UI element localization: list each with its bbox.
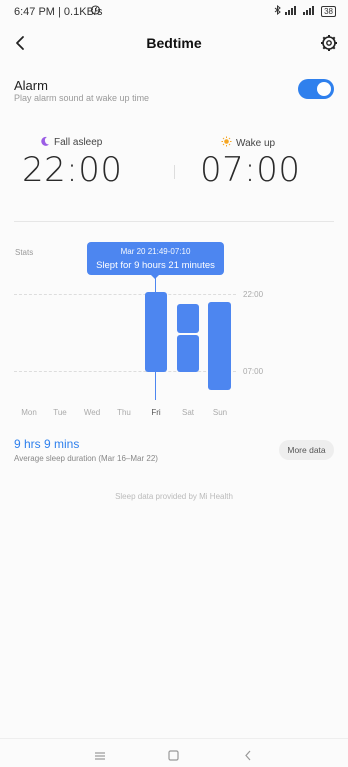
stats-label: Stats [15, 248, 34, 257]
more-data-button[interactable]: More data [279, 440, 334, 460]
signal-icon [285, 5, 299, 17]
sun-icon [221, 136, 232, 150]
y-label-22: 22:00 [243, 290, 264, 299]
alarm-label: Alarm [14, 78, 48, 93]
tooltip-range: Mar 20 21:49-07:10 [120, 247, 191, 256]
wake-up-button[interactable]: Wake up [221, 136, 275, 150]
day-label-sun[interactable]: Sun [208, 408, 232, 417]
day-label-fri[interactable]: Fri [144, 408, 168, 417]
fall-asleep-time[interactable]: 22:00 [22, 150, 122, 190]
page-title: Bedtime [146, 35, 202, 51]
settings-button[interactable] [318, 32, 340, 54]
day-label-wed[interactable]: Wed [80, 408, 104, 417]
bar-sat-1[interactable] [177, 304, 199, 333]
fall-asleep-button[interactable]: Fall asleep [40, 136, 102, 149]
gridline-07 [14, 371, 236, 372]
system-nav-bar [0, 738, 348, 767]
signal-icon-2 [303, 5, 317, 17]
alarm-sublabel: Play alarm sound at wake up time [14, 93, 150, 103]
average-sleep-value: 9 hrs 9 mins [14, 437, 80, 451]
bar-fri[interactable] [145, 292, 167, 372]
fall-asleep-label: Fall asleep [54, 137, 103, 148]
gridline-22 [14, 294, 236, 295]
average-sleep-caption: Average sleep duration (Mar 16–Mar 22) [14, 454, 158, 463]
y-label-07: 07:00 [243, 367, 264, 376]
status-bar: 6:47 PM | 0.1KB/s 38 [0, 0, 348, 24]
alarm-clock-icon [90, 4, 101, 18]
bar-sun[interactable] [208, 302, 231, 390]
home-icon[interactable] [168, 748, 179, 766]
back-nav-icon[interactable] [243, 748, 253, 766]
moon-icon [40, 136, 50, 149]
menu-icon[interactable] [94, 748, 106, 766]
day-label-mon[interactable]: Mon [17, 408, 41, 417]
wake-up-label: Wake up [236, 137, 276, 149]
bluetooth-icon [274, 4, 281, 17]
day-label-thu[interactable]: Thu [112, 408, 136, 417]
day-label-tue[interactable]: Tue [48, 408, 72, 417]
toggle-knob [317, 82, 331, 96]
section-divider [14, 221, 334, 222]
bar-sat-2[interactable] [177, 335, 199, 372]
chart-tooltip: Mar 20 21:49-07:10 Slept for 9 hours 21 … [87, 242, 224, 275]
wake-up-time[interactable]: 07:00 [200, 150, 300, 190]
gear-icon [321, 35, 337, 51]
tooltip-arrow [151, 275, 159, 279]
tooltip-summary: Slept for 9 hours 21 minutes [96, 260, 215, 271]
alarm-toggle[interactable] [298, 79, 334, 99]
day-label-sat[interactable]: Sat [176, 408, 200, 417]
data-source-note: Sleep data provided by Mi Health [115, 492, 233, 501]
time-divider [174, 165, 175, 179]
battery-icon: 38 [321, 5, 336, 17]
